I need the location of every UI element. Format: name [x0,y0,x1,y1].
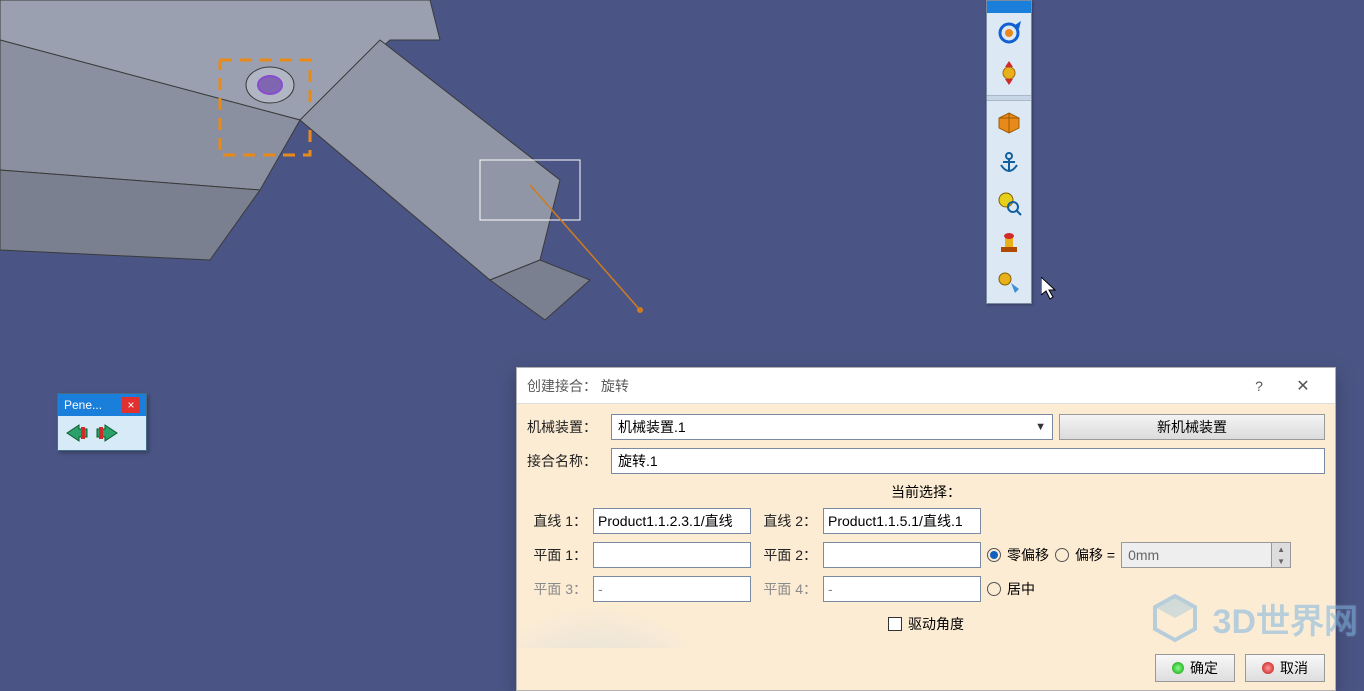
plane3-input: - [593,576,751,602]
new-mechanism-button[interactable]: 新机械装置 [1059,414,1325,440]
plane4-input: - [823,576,981,602]
plane1-label: 平面 1： [527,545,587,565]
cancel-button[interactable]: 取消 [1245,654,1325,682]
plane1-input[interactable] [593,542,751,568]
zero-offset-radio[interactable] [987,548,1001,562]
ok-dot-icon [1172,662,1184,674]
stamp-icon[interactable] [987,223,1031,263]
ok-button[interactable]: 确定 [1155,654,1235,682]
gear-magnify-icon[interactable] [987,183,1031,223]
center-radio[interactable] [987,582,1001,596]
create-joint-dialog[interactable]: 创建接合： 旋转 ? ✕ 机械装置： 机械装置.1 ▼ 新机械装置 接合名称： … [516,367,1336,691]
penetration-titlebar[interactable]: Pene... × [58,394,146,416]
plane4-label: 平面 4： [757,579,817,599]
close-button[interactable]: ✕ [1281,372,1325,400]
vertical-toolbar[interactable] [986,0,1032,304]
close-icon[interactable]: × [122,397,140,413]
plane3-label: 平面 3： [527,579,587,599]
dialog-titlebar[interactable]: 创建接合： 旋转 ? ✕ [517,368,1335,404]
penetration-body [58,416,146,450]
zero-offset-label: 零偏移 [1007,545,1049,565]
gear-process-icon[interactable] [987,263,1031,303]
spin-up-icon[interactable]: ▲ [1272,543,1290,555]
mechanism-label: 机械装置： [527,417,611,437]
arrow-left-3d-icon[interactable] [94,422,120,444]
gear-rotate-icon[interactable] [987,13,1031,53]
anchor-icon[interactable] [987,143,1031,183]
offset-radio[interactable] [1055,548,1069,562]
mechanism-value: 机械装置.1 [618,417,686,437]
spin-down-icon[interactable]: ▼ [1272,555,1290,567]
mouse-cursor [1041,277,1061,307]
drive-angle-label: 驱动角度 [908,614,964,634]
penetration-toolbar[interactable]: Pene... × [57,393,147,451]
chevron-down-icon: ▼ [1035,421,1046,433]
toolbar-divider [987,95,1031,101]
cube-icon[interactable] [987,103,1031,143]
drive-angle-checkbox[interactable] [888,617,902,631]
offset-value-input[interactable]: 0mm ▲▼ [1121,542,1291,568]
plane2-input[interactable] [823,542,981,568]
toolbar-grip[interactable] [987,1,1031,13]
mechanism-combo[interactable]: 机械装置.1 ▼ [611,414,1053,440]
penetration-title-text: Pene... [64,398,102,412]
arrow-right-3d-icon[interactable] [64,422,90,444]
line1-input[interactable]: Product1.1.2.3.1/直线 [593,508,751,534]
center-label: 居中 [1007,579,1035,599]
offset-label: 偏移 = [1075,545,1115,565]
help-button[interactable]: ? [1237,372,1281,400]
dialog-footer: 确定 取消 [517,648,1335,690]
dialog-body: 机械装置： 机械装置.1 ▼ 新机械装置 接合名称： 旋转.1 当前选择： 直线… [517,404,1335,648]
gear-arrows-icon[interactable] [987,53,1031,93]
joint-name-label: 接合名称： [527,451,611,471]
joint-name-input[interactable]: 旋转.1 [611,448,1325,474]
offset-group: 零偏移 偏移 = 0mm ▲▼ [987,542,1325,568]
dialog-title: 创建接合： 旋转 [527,376,629,396]
cancel-dot-icon [1262,662,1274,674]
plane2-label: 平面 2： [757,545,817,565]
current-selection-label: 当前选择： [527,482,1325,502]
model-geometry [0,0,700,340]
line1-label: 直线 1： [527,511,587,531]
line2-label: 直线 2： [757,511,817,531]
line2-input[interactable]: Product1.1.5.1/直线.1 [823,508,981,534]
